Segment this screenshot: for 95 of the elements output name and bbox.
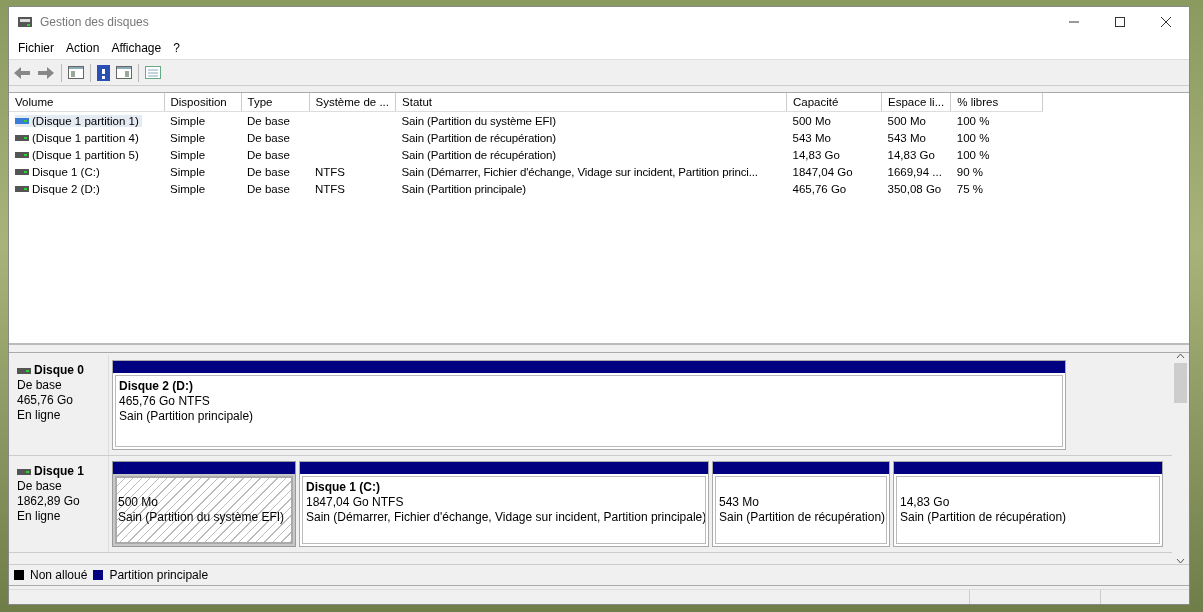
column-header[interactable]: Espace li...	[881, 93, 951, 112]
table-cell: 90 %	[956, 165, 983, 178]
disk-detail: 1862,89 Go	[17, 494, 81, 509]
drive-icon	[17, 367, 31, 374]
partition-block[interactable]: 543 Mo Sain (Partition de récupération)	[712, 461, 890, 547]
table-cell: Sain (Partition de récupération)	[401, 148, 556, 161]
disk-detail: 465,76 Go	[17, 393, 75, 408]
table-cell: De base	[247, 182, 290, 195]
disk-name: Disque 1	[34, 464, 84, 479]
table-cell: 500 Mo	[792, 114, 831, 127]
maximize-icon	[1114, 17, 1126, 27]
table-cell: Simple	[170, 148, 206, 161]
partition-block[interactable]: 14,83 Go Sain (Partition de récupération)	[893, 461, 1163, 547]
column-header[interactable]: % libres	[950, 93, 1043, 112]
table-cell: 100 %	[956, 131, 990, 144]
table-cell: Sain (Démarrer, Fichier d'échange, Vidage sur incident, Partition princi...	[401, 165, 758, 178]
partition-title: Disque 2 (D:)	[119, 379, 194, 394]
disk-detail: En ligne	[17, 408, 62, 423]
table-cell: 75 %	[956, 182, 983, 195]
table-cell: De base	[247, 114, 290, 127]
back-arrow-icon[interactable]	[13, 65, 31, 80]
column-header[interactable]: Volume	[9, 93, 164, 112]
table-cell: NTFS	[315, 165, 346, 178]
table-cell: 350,08 Go	[887, 182, 942, 195]
table-cell: 1847,04 Go	[792, 165, 853, 178]
partition-size: 500 Mo	[118, 495, 160, 510]
disk-detail: En ligne	[17, 509, 62, 524]
up-caret-icon	[1176, 353, 1185, 359]
table-cell: Sain (Partition du système EFI)	[401, 114, 556, 127]
table-cell: 543 Mo	[792, 131, 831, 144]
drive-icon	[15, 118, 29, 124]
table-cell: De base	[247, 131, 290, 144]
table-cell: 500 Mo	[887, 114, 926, 127]
column-header[interactable]: Système de ...	[309, 93, 396, 112]
scrollbar-thumb[interactable]	[1174, 363, 1187, 403]
window-title: Gestion des disques	[40, 15, 150, 29]
menu-item[interactable]: Fichier	[12, 41, 60, 55]
partition-size: 465,76 Go NTFS	[119, 394, 211, 409]
table-cell: 465,76 Go	[792, 182, 847, 195]
legend-label: Non alloué	[30, 568, 88, 582]
forward-arrow-icon[interactable]	[37, 65, 55, 80]
drive-icon	[15, 169, 29, 175]
close-icon	[1160, 17, 1172, 27]
menu-item[interactable]: ?	[167, 41, 186, 55]
table-cell: 14,83 Go	[887, 148, 935, 161]
volume-row-name[interactable]: (Disque 1 partition 1)	[15, 115, 142, 127]
table-cell: Simple	[170, 114, 206, 127]
column-header[interactable]: Type	[241, 93, 309, 112]
volume-row-name[interactable]: Disque 1 (C:)	[15, 166, 103, 178]
app-icon	[17, 15, 33, 29]
partition-block[interactable]: Disque 1 (C:) 1847,04 Go NTFS Sain (Démarrer, Fichier d'échange, Vidage sur incident, Partition principale)	[299, 461, 709, 547]
panel-icon[interactable]	[68, 66, 84, 79]
table-cell: De base	[247, 148, 290, 161]
table-cell: 100 %	[956, 148, 990, 161]
partition-size: 14,83 Go	[900, 495, 951, 510]
disk-name: Disque 0	[34, 363, 84, 378]
disk-detail: De base	[17, 479, 63, 494]
table-cell: De base	[247, 165, 290, 178]
table-cell: Simple	[170, 165, 206, 178]
drive-icon	[15, 152, 29, 158]
table-cell: 100 %	[956, 114, 990, 127]
column-header[interactable]: Disposition	[164, 93, 241, 112]
table-cell: Simple	[170, 131, 206, 144]
column-header[interactable]: Statut	[395, 93, 787, 112]
scrollbar[interactable]	[1172, 353, 1189, 564]
partition-title: Disque 1 (C:)	[306, 480, 381, 495]
partition-block[interactable]: Disque 2 (D:) 465,76 Go NTFS Sain (Partition principale)	[112, 360, 1066, 450]
partition-status: Sain (Partition de récupération)	[719, 510, 883, 525]
down-caret-icon	[1176, 558, 1185, 564]
table-cell: 14,83 Go	[792, 148, 840, 161]
partition-block[interactable]: 500 Mo Sain (Partition du système EFI)	[112, 461, 296, 547]
table-cell: Simple	[170, 182, 206, 195]
drive-icon	[17, 468, 31, 475]
partition-status: Sain (Partition de récupération)	[900, 510, 1068, 525]
drive-icon	[15, 135, 29, 141]
volume-row-name[interactable]: (Disque 1 partition 5)	[15, 149, 142, 161]
menu-item[interactable]: Affichage	[105, 41, 168, 55]
partition-status: Sain (Partition principale)	[119, 409, 255, 424]
table-cell: Sain (Partition de récupération)	[401, 131, 556, 144]
table-cell: 1669,94 ...	[887, 165, 942, 178]
drive-icon	[15, 186, 29, 192]
partition-status: Sain (Partition du système EFI)	[118, 510, 286, 525]
disk-detail: De base	[17, 378, 63, 393]
panel-icon[interactable]	[116, 66, 132, 79]
table-cell: 543 Mo	[887, 131, 926, 144]
table-cell: NTFS	[315, 182, 346, 195]
list-icon[interactable]	[145, 66, 161, 79]
legend-label: Partition principale	[109, 568, 209, 582]
volume-row-name[interactable]: (Disque 1 partition 4)	[15, 132, 142, 144]
table-cell: Sain (Partition principale)	[401, 182, 526, 195]
partition-size: 543 Mo	[719, 495, 761, 510]
volume-row-name[interactable]: Disque 2 (D:)	[15, 183, 103, 195]
menu-item[interactable]: Action	[60, 41, 106, 55]
partition-size: 1847,04 Go NTFS	[306, 495, 405, 510]
column-header[interactable]: Capacité	[786, 93, 882, 112]
